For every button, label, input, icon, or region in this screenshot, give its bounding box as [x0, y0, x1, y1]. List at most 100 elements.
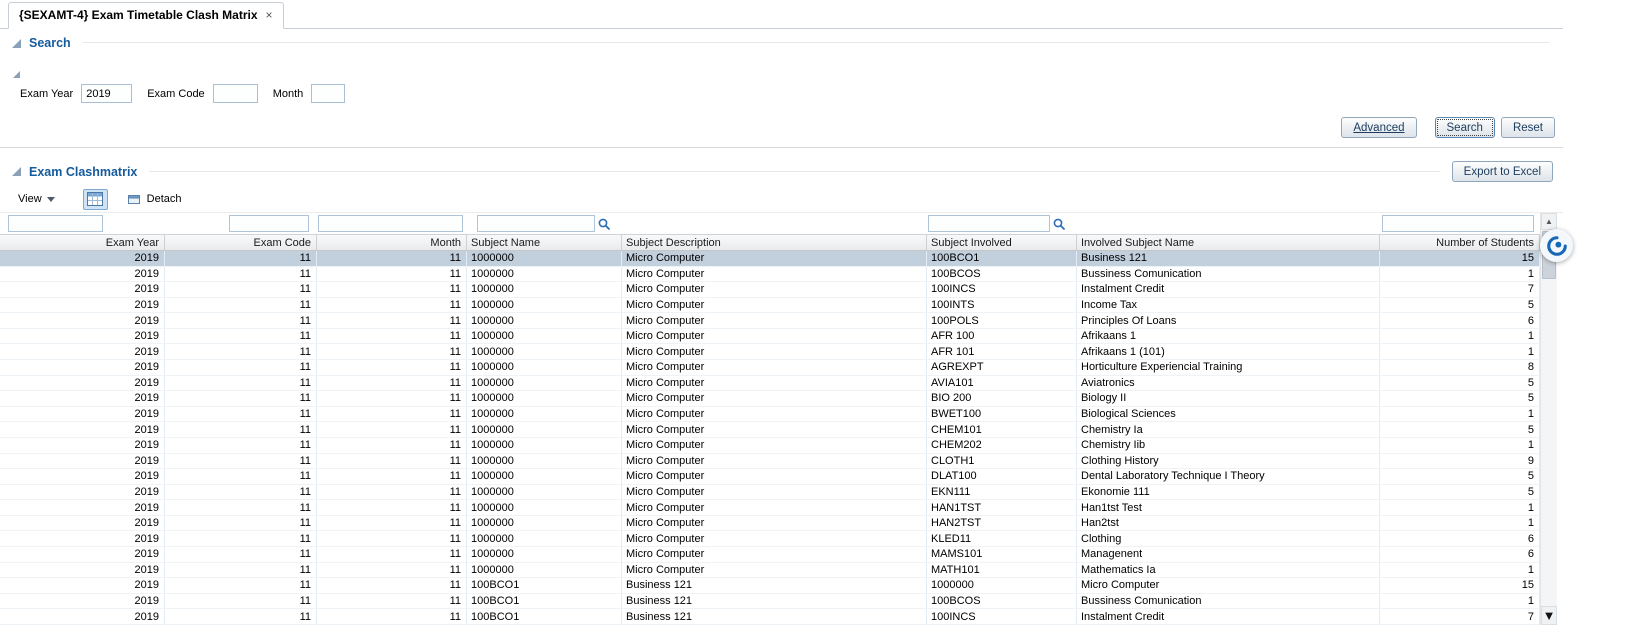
cell-exam-code: 11 — [165, 469, 317, 484]
table-row[interactable]: 2019 11 11 1000000 Micro Computer 100POL… — [0, 313, 1540, 329]
cell-exam-code: 11 — [165, 406, 317, 422]
cell-subject-involved: 100INCS — [927, 609, 1077, 624]
cell-exam-year: 2019 — [0, 282, 165, 297]
floating-widget[interactable] — [1540, 229, 1573, 262]
cell-subject-description: Micro Computer — [622, 391, 927, 406]
scrollbar-track[interactable] — [1541, 280, 1557, 606]
export-to-excel-button[interactable]: Export to Excel — [1451, 161, 1553, 182]
filter-subject-involved-input[interactable] — [928, 215, 1050, 232]
table-row[interactable]: 2019 11 11 1000000 Micro Computer BIO 20… — [0, 391, 1540, 407]
table-row[interactable]: 2019 11 11 1000000 Micro Computer 100BCO… — [0, 251, 1540, 267]
cell-exam-code: 11 — [165, 297, 317, 313]
table-grid: Exam Year Exam Code Month Subject Name S… — [0, 213, 1540, 625]
table-row[interactable]: 2019 11 11 1000000 Micro Computer MATH10… — [0, 562, 1540, 579]
table-row[interactable]: 2019 11 11 1000000 Micro Computer BWET10… — [0, 406, 1540, 423]
grid-view-toggle-button[interactable] — [82, 188, 108, 210]
table-row[interactable]: 2019 11 11 100BCO1 Business 121 100INCS … — [0, 609, 1540, 625]
vertical-scrollbar[interactable]: ▲ ▼ — [1540, 213, 1557, 625]
cell-month: 11 — [317, 562, 467, 578]
column-header-exam-code[interactable]: Exam Code — [165, 235, 317, 250]
search-disclosure-icon[interactable] — [12, 38, 21, 48]
table-row[interactable]: 2019 11 11 1000000 Micro Computer AVIA10… — [0, 375, 1540, 392]
filter-month-input[interactable] — [318, 215, 463, 232]
cell-exam-code: 11 — [165, 391, 317, 406]
table-row[interactable]: 2019 11 11 1000000 Micro Computer EKN111… — [0, 484, 1540, 501]
table-row[interactable]: 2019 11 11 1000000 Micro Computer HAN2TS… — [0, 515, 1540, 532]
cell-month: 11 — [317, 437, 467, 453]
filter-subject-name-input[interactable] — [477, 215, 595, 232]
column-header-subject-name[interactable]: Subject Name — [467, 235, 622, 250]
filter-exam-year-input[interactable] — [8, 215, 103, 232]
table-row[interactable]: 2019 11 11 1000000 Micro Computer CHEM20… — [0, 437, 1540, 454]
advanced-button[interactable]: Advanced — [1341, 117, 1417, 138]
reset-button[interactable]: Reset — [1500, 117, 1555, 138]
cell-subject-involved: MATH101 — [927, 562, 1077, 578]
cell-month: 11 — [317, 406, 467, 422]
cell-number-of-students: 7 — [1380, 282, 1540, 297]
search-buttons-row: Advanced Search Reset — [0, 105, 1563, 140]
filter-number-of-students-input[interactable] — [1382, 215, 1534, 232]
cell-subject-name: 1000000 — [467, 313, 622, 328]
filter-exam-code-input[interactable] — [229, 215, 309, 232]
detach-button[interactable]: Detach — [122, 191, 186, 208]
cell-exam-code: 11 — [165, 531, 317, 546]
cell-subject-description: Micro Computer — [622, 500, 927, 515]
cell-exam-year: 2019 — [0, 500, 165, 515]
scroll-down-icon[interactable]: ▼ — [1541, 606, 1557, 625]
view-menu-button[interactable]: View — [10, 190, 63, 208]
cell-number-of-students: 5 — [1380, 297, 1540, 313]
tab-close-icon[interactable]: × — [266, 9, 273, 21]
cell-month: 11 — [317, 375, 467, 391]
filter-cell-exam-year — [0, 213, 165, 234]
table-row[interactable]: 2019 11 11 1000000 Micro Computer KLED11… — [0, 531, 1540, 547]
table-row[interactable]: 2019 11 11 100BCO1 Business 121 100BCOS … — [0, 593, 1540, 610]
table-row[interactable]: 2019 11 11 1000000 Micro Computer MAMS10… — [0, 546, 1540, 563]
search-button[interactable]: Search — [1434, 117, 1495, 138]
table-row[interactable]: 2019 11 11 1000000 Micro Computer DLAT10… — [0, 469, 1540, 485]
table-row[interactable]: 2019 11 11 1000000 Micro Computer AFR 10… — [0, 328, 1540, 345]
cell-involved-subject-name: Micro Computer — [1077, 578, 1380, 593]
cell-exam-code: 11 — [165, 578, 317, 593]
cell-subject-involved: 1000000 — [927, 578, 1077, 593]
column-header-number-of-students[interactable]: Number of Students — [1380, 235, 1540, 250]
column-header-involved-subject-name[interactable]: Involved Subject Name — [1077, 235, 1380, 250]
table-row[interactable]: 2019 11 11 1000000 Micro Computer AGREXP… — [0, 360, 1540, 376]
cell-involved-subject-name: Aviatronics — [1077, 375, 1380, 391]
cell-subject-involved: MAMS101 — [927, 546, 1077, 562]
scroll-up-icon[interactable]: ▲ — [1541, 213, 1557, 230]
cell-exam-year: 2019 — [0, 546, 165, 562]
cell-month: 11 — [317, 609, 467, 624]
tab-exam-timetable-clash-matrix[interactable]: {SEXAMT-4} Exam Timetable Clash Matrix × — [8, 2, 284, 29]
search-icon[interactable] — [597, 217, 611, 231]
cell-subject-description: Business 121 — [622, 593, 927, 609]
column-header-month[interactable]: Month — [317, 235, 467, 250]
table-row[interactable]: 2019 11 11 1000000 Micro Computer 100BCO… — [0, 266, 1540, 283]
column-header-subject-involved[interactable]: Subject Involved — [927, 235, 1077, 250]
table-row[interactable]: 2019 11 11 1000000 Micro Computer CLOTH1… — [0, 453, 1540, 470]
cell-month: 11 — [317, 422, 467, 437]
cell-exam-year: 2019 — [0, 562, 165, 578]
cell-number-of-students: 6 — [1380, 531, 1540, 546]
cell-exam-year: 2019 — [0, 453, 165, 469]
table-row[interactable]: 2019 11 11 100BCO1 Business 121 1000000 … — [0, 578, 1540, 594]
cell-number-of-students: 1 — [1380, 515, 1540, 531]
search-inner-disclosure-icon[interactable] — [13, 59, 20, 78]
view-dropdown-icon — [46, 196, 55, 202]
month-input[interactable] — [311, 84, 346, 103]
column-header-subject-description[interactable]: Subject Description — [622, 235, 927, 250]
search-icon[interactable] — [1052, 217, 1066, 231]
column-header-exam-year[interactable]: Exam Year — [0, 235, 165, 250]
cell-involved-subject-name: Biological Sciences — [1077, 406, 1380, 422]
exam-code-input[interactable] — [212, 84, 258, 103]
table-row[interactable]: 2019 11 11 1000000 Micro Computer CHEM10… — [0, 422, 1540, 438]
table-row[interactable]: 2019 11 11 1000000 Micro Computer 100INT… — [0, 297, 1540, 314]
clashmatrix-disclosure-icon[interactable] — [12, 167, 21, 176]
cell-subject-involved: AFR 100 — [927, 328, 1077, 344]
cell-subject-involved: AFR 101 — [927, 344, 1077, 360]
exam-year-input[interactable] — [81, 84, 133, 103]
table-row[interactable]: 2019 11 11 1000000 Micro Computer HAN1TS… — [0, 500, 1540, 516]
cell-exam-code: 11 — [165, 593, 317, 609]
exam-year-label: Exam Year — [20, 87, 74, 100]
table-row[interactable]: 2019 11 11 1000000 Micro Computer 100INC… — [0, 282, 1540, 298]
table-row[interactable]: 2019 11 11 1000000 Micro Computer AFR 10… — [0, 344, 1540, 361]
